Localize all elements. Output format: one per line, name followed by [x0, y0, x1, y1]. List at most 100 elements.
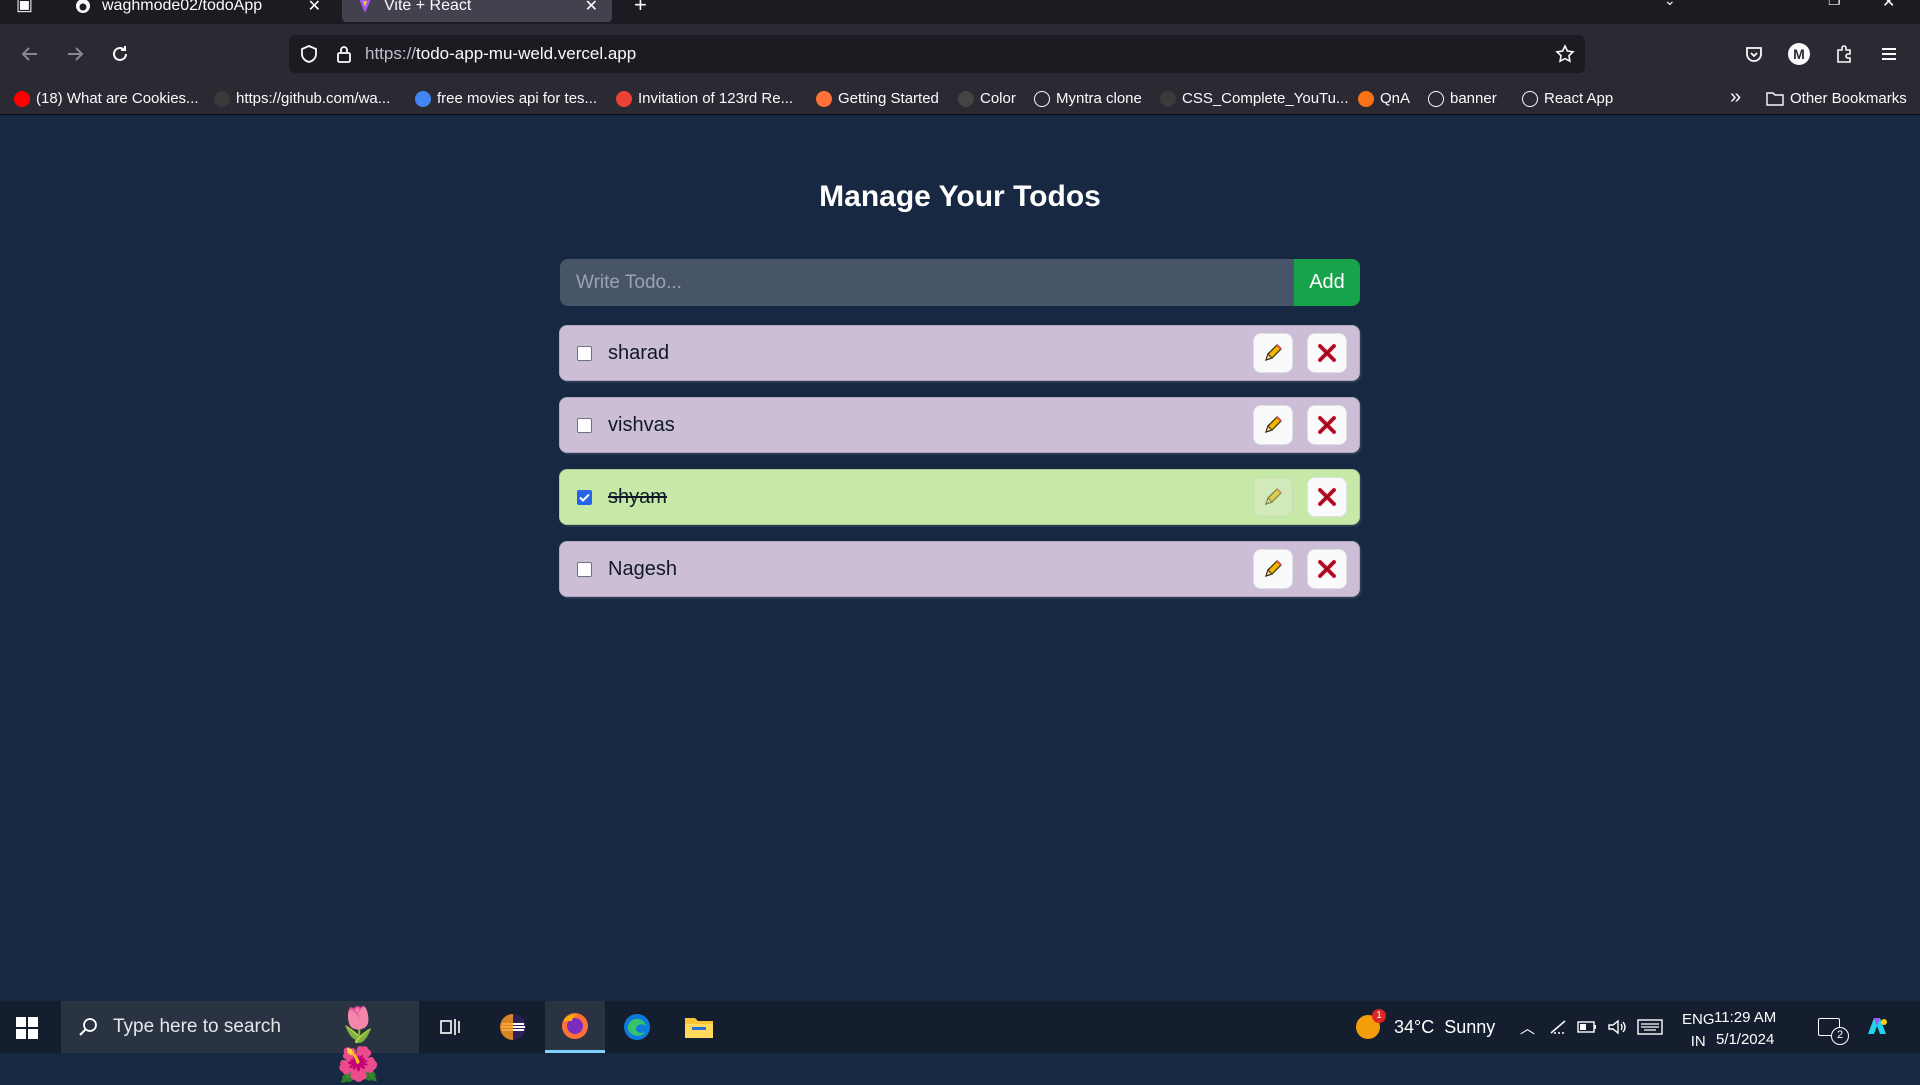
todo-checkbox[interactable] [577, 345, 592, 361]
bookmark-label: free movies api for tes... [437, 90, 598, 107]
language-indicator[interactable]: ENG IN [1682, 1009, 1715, 1053]
bookmark-item[interactable]: (18) What are Cookies... [14, 90, 199, 107]
youtube-icon [14, 90, 30, 107]
other-bookmarks-label: Other Bookmarks [1790, 90, 1907, 107]
new-tab-icon[interactable]: + [634, 0, 647, 18]
bookmark-item[interactable]: QnA [1358, 90, 1410, 107]
google-icon [415, 90, 431, 107]
bookmark-label: QnA [1380, 90, 1411, 107]
bookmark-item[interactable]: Color [958, 90, 1016, 107]
lock-icon[interactable] [335, 44, 353, 64]
task-view-icon [440, 1019, 460, 1035]
folder-icon [1766, 91, 1784, 106]
reload-button[interactable] [106, 40, 134, 68]
eclipse-icon [500, 1014, 526, 1040]
restore-window-icon[interactable]: ❐ [1828, 0, 1841, 9]
notification-icon: 2 [1818, 1018, 1849, 1045]
todo-text: shyam [608, 485, 667, 508]
pocket-button[interactable] [1740, 40, 1768, 68]
task-view-button[interactable] [420, 1001, 480, 1053]
todo-input[interactable] [560, 259, 1294, 306]
checkmark-icon [579, 493, 590, 502]
date-text: 5/1/2024 [1715, 1031, 1775, 1048]
network-icon[interactable] [1549, 1019, 1567, 1035]
close-window-icon[interactable]: ✕ [1882, 0, 1895, 12]
notification-center-button[interactable]: 2 [1818, 1001, 1849, 1053]
bookmark-label: Getting Started [838, 90, 939, 107]
add-button[interactable]: Add [1294, 259, 1360, 306]
delete-todo-button[interactable] [1307, 333, 1347, 373]
todo-list: sharad vishvas shyam Nagesh [559, 325, 1360, 613]
menu-button[interactable] [1875, 40, 1903, 68]
edge-app[interactable] [607, 1001, 667, 1053]
todo-checkbox[interactable] [577, 489, 592, 505]
bookmarks-toolbar: (18) What are Cookies... https://github.c… [0, 84, 1920, 115]
bookmark-item[interactable]: Invitation of 123rd Re... [616, 90, 793, 107]
close-icon [1318, 560, 1336, 578]
bookmark-item[interactable]: Getting Started [816, 90, 939, 107]
arrow-right-icon [68, 47, 84, 61]
shield-icon[interactable] [299, 44, 319, 64]
delete-todo-button[interactable] [1307, 405, 1347, 445]
url-text[interactable]: https://todo-app-mu-weld.vercel.app [365, 44, 636, 64]
pencil-icon [1265, 488, 1282, 505]
bookmark-item[interactable]: CSS_Complete_YouTu... [1160, 90, 1349, 107]
hamburger-icon [1882, 48, 1896, 60]
volume-icon[interactable] [1607, 1019, 1627, 1035]
todo-item: Nagesh [559, 541, 1360, 597]
github-icon [1160, 90, 1176, 107]
windows-taskbar: Type here to search 🌷🌺 1 34°C Sunny ︿ EN… [0, 1001, 1920, 1084]
bookmark-label: banner [1450, 90, 1497, 107]
chevron-down-icon[interactable]: ⌄ [1664, 0, 1676, 9]
battery-icon[interactable] [1577, 1021, 1597, 1033]
edit-todo-button[interactable] [1253, 477, 1293, 517]
bookmark-item[interactable]: https://github.com/wa... [214, 90, 390, 107]
tab-title: Vite + React [384, 0, 472, 14]
taskbar-search[interactable]: Type here to search 🌷🌺 [61, 1001, 419, 1084]
file-explorer-app[interactable] [669, 1001, 729, 1053]
edit-todo-button[interactable] [1253, 549, 1293, 589]
close-icon[interactable]: ✕ [585, 0, 598, 16]
edit-todo-button[interactable] [1253, 333, 1293, 373]
bookmark-item[interactable]: free movies api for tes... [415, 90, 597, 107]
eclipse-app[interactable] [483, 1001, 543, 1053]
address-bar[interactable]: https://todo-app-mu-weld.vercel.app [289, 35, 1585, 73]
account-button[interactable]: M [1785, 40, 1813, 68]
notification-count: 2 [1831, 1027, 1849, 1045]
tab-github[interactable]: waghmode02/todoApp ✕ [60, 0, 335, 22]
navigation-toolbar: https://todo-app-mu-weld.vercel.app M [0, 24, 1920, 84]
back-button[interactable] [16, 40, 44, 68]
todo-text: vishvas [608, 413, 675, 436]
edit-todo-button[interactable] [1253, 405, 1293, 445]
chevron-up-icon[interactable]: ︿ [1520, 1017, 1535, 1038]
todo-checkbox[interactable] [577, 561, 592, 577]
firefox-icon [562, 1012, 588, 1039]
other-bookmarks-folder[interactable]: Other Bookmarks [1766, 90, 1907, 107]
start-button[interactable] [16, 1017, 38, 1044]
weather-widget[interactable]: 1 34°C Sunny [1356, 1001, 1495, 1053]
todo-item: vishvas [559, 397, 1360, 453]
bookmark-item[interactable]: React App [1522, 90, 1613, 107]
bookmark-item[interactable]: Myntra clone [1034, 90, 1142, 107]
bookmark-label: CSS_Complete_YouTu... [1182, 90, 1349, 107]
more-bookmarks-chevron-icon[interactable]: » [1730, 86, 1741, 109]
tab-vite-react[interactable]: Vite + React ✕ [342, 0, 612, 22]
clock[interactable]: 11:29 AM 5/1/2024 [1714, 1007, 1776, 1051]
delete-todo-button[interactable] [1307, 549, 1347, 589]
language-code: ENG [1682, 1011, 1715, 1028]
firefox-app[interactable] [545, 1001, 605, 1053]
keyboard-icon[interactable] [1637, 1019, 1663, 1035]
close-icon[interactable]: ✕ [308, 0, 321, 16]
todo-checkbox[interactable] [577, 417, 592, 433]
extensions-button[interactable] [1830, 40, 1858, 68]
copilot-icon [1868, 1018, 1887, 1034]
bookmark-label: Myntra clone [1056, 90, 1142, 107]
edge-icon [624, 1014, 650, 1040]
copilot-button[interactable] [1864, 1001, 1890, 1053]
tab-title: waghmode02/todoApp [102, 0, 263, 14]
forward-button[interactable] [61, 40, 89, 68]
delete-todo-button[interactable] [1307, 477, 1347, 517]
star-icon[interactable] [1555, 44, 1575, 64]
bookmark-item[interactable]: banner [1428, 90, 1497, 107]
tab-list-icon[interactable]: ▣ [16, 0, 33, 15]
